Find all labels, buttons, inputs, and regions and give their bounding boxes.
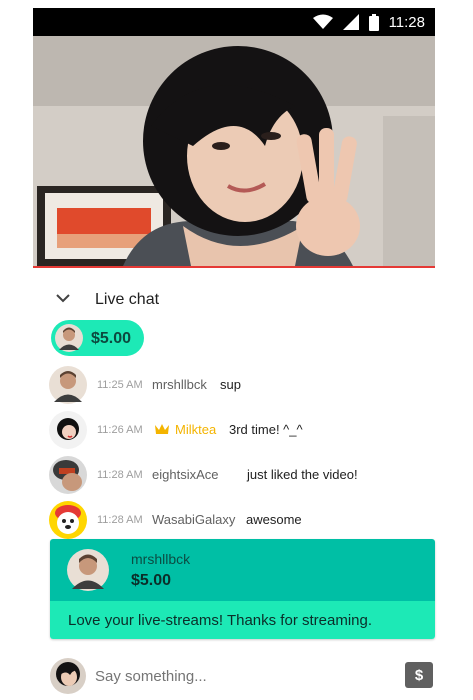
chat-header: Live chat bbox=[33, 278, 435, 320]
message-author[interactable]: Milktea bbox=[175, 422, 216, 437]
superchat-ticker[interactable]: $5.00 bbox=[51, 320, 144, 356]
avatar bbox=[50, 658, 86, 694]
phone-screen: 11:28 Live chat $5.00 11:25 AM mrshllbck… bbox=[33, 8, 435, 700]
battery-icon bbox=[368, 13, 379, 31]
video-progress-bar[interactable] bbox=[33, 266, 435, 268]
superchat-button[interactable]: $ bbox=[405, 662, 433, 688]
message-text: just liked the video! bbox=[247, 467, 358, 482]
dollar-icon: $ bbox=[414, 666, 424, 684]
message-timestamp: 11:25 AM bbox=[97, 379, 143, 391]
wifi-icon bbox=[312, 14, 333, 30]
chat-message: 11:25 AM mrshllbck sup bbox=[49, 366, 429, 406]
superchat-header: mrshllbck $5.00 bbox=[50, 539, 435, 601]
avatar[interactable] bbox=[49, 501, 87, 539]
video-frame-illustration bbox=[33, 36, 435, 266]
superchat-author[interactable]: mrshllbck bbox=[131, 551, 190, 567]
chat-input-bar: $ bbox=[33, 658, 435, 700]
chat-message-input[interactable] bbox=[95, 664, 395, 688]
message-timestamp: 11:28 AM bbox=[97, 514, 143, 526]
status-time: 11:28 bbox=[388, 13, 425, 31]
chat-message: 11:28 AM WasabiGalaxy awesome bbox=[49, 501, 429, 541]
message-timestamp: 11:28 AM bbox=[97, 469, 143, 481]
cellular-signal-icon bbox=[342, 14, 359, 30]
status-bar: 11:28 bbox=[33, 8, 435, 36]
chat-message: 11:28 AM eightsixAce just liked the vide… bbox=[49, 456, 429, 496]
avatar[interactable] bbox=[67, 549, 109, 591]
chat-message: 11:26 AM Milktea 3rd time! ^_^ bbox=[49, 411, 429, 451]
status-icons: 11:28 bbox=[312, 8, 425, 36]
avatar[interactable] bbox=[49, 411, 87, 449]
avatar[interactable] bbox=[49, 366, 87, 404]
message-text: sup bbox=[220, 377, 241, 392]
message-author[interactable]: eightsixAce bbox=[152, 467, 218, 482]
superchat-message: Love your live-streams! Thanks for strea… bbox=[68, 612, 373, 629]
message-author[interactable]: mrshllbck bbox=[152, 377, 207, 392]
live-video-player[interactable] bbox=[33, 36, 435, 266]
crown-icon bbox=[154, 422, 170, 436]
ticker-amount: $5.00 bbox=[91, 330, 132, 347]
superchat-card[interactable]: mrshllbck $5.00 Love your live-streams! … bbox=[50, 539, 435, 639]
superchat-body: Love your live-streams! Thanks for strea… bbox=[50, 601, 435, 639]
message-text: 3rd time! ^_^ bbox=[229, 422, 303, 437]
chat-title: Live chat bbox=[95, 291, 160, 308]
avatar bbox=[55, 324, 83, 352]
chevron-down-icon[interactable] bbox=[55, 290, 71, 306]
superchat-amount: $5.00 bbox=[131, 572, 172, 589]
message-author[interactable]: WasabiGalaxy bbox=[152, 512, 235, 527]
message-timestamp: 11:26 AM bbox=[97, 424, 143, 436]
avatar[interactable] bbox=[49, 456, 87, 494]
message-text: awesome bbox=[246, 512, 302, 527]
